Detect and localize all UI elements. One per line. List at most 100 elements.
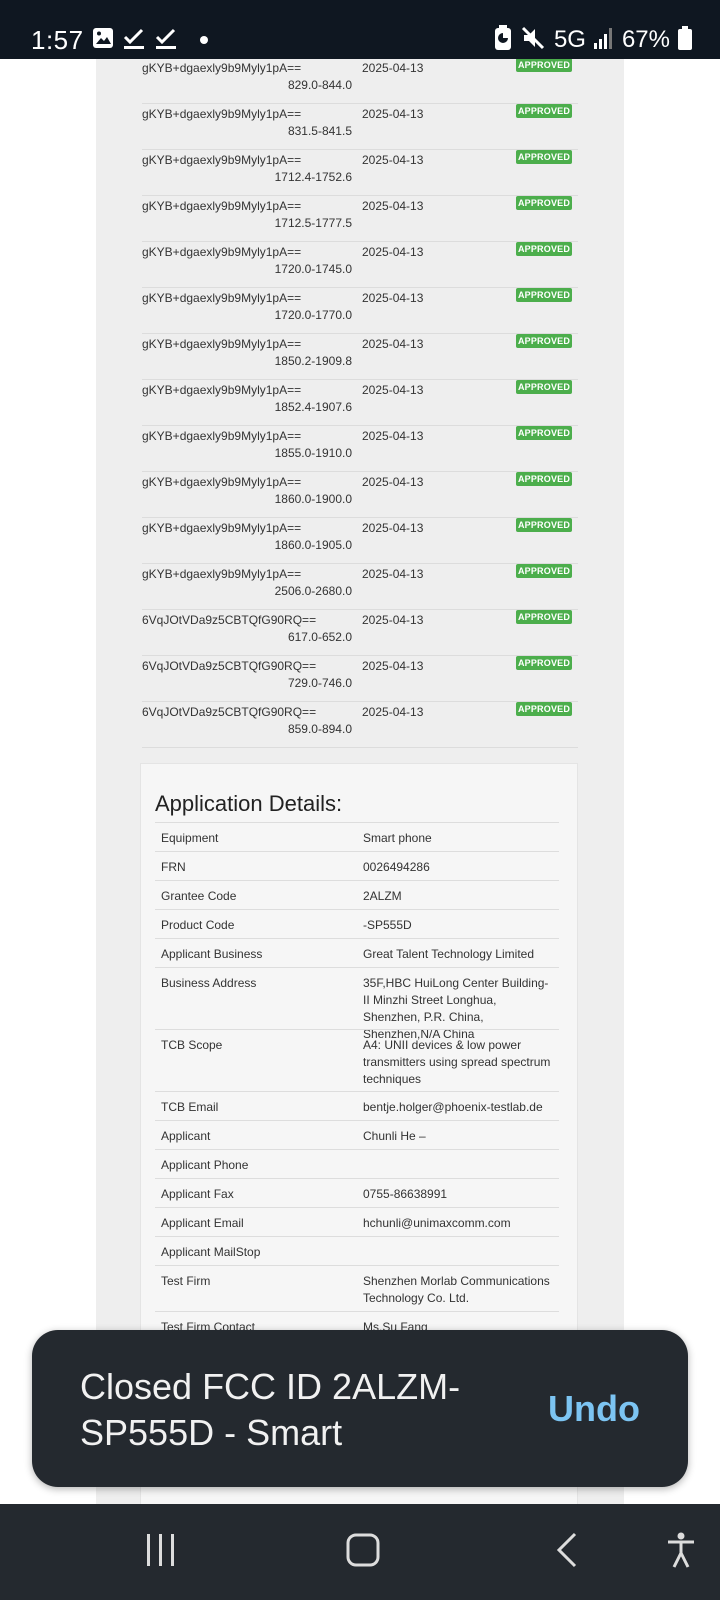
grant-date: 2025-04-13 bbox=[362, 199, 424, 213]
detail-row: Applicant Phone bbox=[155, 1149, 559, 1178]
detail-row: Applicant MailStop bbox=[155, 1236, 559, 1265]
detail-row: Grantee Code 2ALZM bbox=[155, 880, 559, 909]
detail-label: Applicant Fax bbox=[161, 1187, 234, 1201]
frequency-range: 859.0-894.0 bbox=[287, 722, 352, 736]
check-icon bbox=[154, 26, 178, 55]
snackbar: Closed FCC ID 2ALZM-SP555D - Smart Undo bbox=[32, 1330, 688, 1487]
grant-id: gKYB+dgaexly9b9Myly1pA== bbox=[142, 521, 302, 535]
grant-date: 2025-04-13 bbox=[362, 567, 424, 581]
status-badge: APPROVED bbox=[516, 196, 572, 210]
status-badge: APPROVED bbox=[516, 288, 572, 302]
navigation-bar bbox=[0, 1504, 720, 1600]
detail-value: 2ALZM bbox=[363, 889, 402, 903]
detail-row: TCB Email bentje.holger@phoenix-testlab.d… bbox=[155, 1091, 559, 1120]
status-badge: APPROVED bbox=[516, 426, 572, 440]
detail-row: Business Address 35F,HBC HuiLong Center B… bbox=[155, 967, 559, 1041]
detail-label: Applicant Phone bbox=[161, 1158, 249, 1172]
grant-row: gKYB+dgaexly9b9Myly1pA== 1852.4-1907.6 202… bbox=[142, 380, 578, 426]
detail-label: Business Address bbox=[161, 976, 257, 990]
detail-row: Test Firm Shenzhen Morlab Communications … bbox=[155, 1265, 559, 1311]
status-badge: APPROVED bbox=[516, 518, 572, 532]
detail-label: TCB Email bbox=[161, 1100, 219, 1114]
mute-icon bbox=[520, 25, 546, 56]
recent-apps-button[interactable] bbox=[116, 1504, 206, 1600]
battery-saver-icon bbox=[494, 24, 512, 56]
grant-id: 6VqJOtVDa9z5CBTQfG90RQ== bbox=[142, 659, 317, 673]
grant-row: gKYB+dgaexly9b9Myly1pA== 1855.0-1910.0 202… bbox=[142, 426, 578, 472]
grant-id: gKYB+dgaexly9b9Myly1pA== bbox=[142, 245, 302, 259]
detail-label: Product Code bbox=[161, 918, 235, 932]
grant-id: gKYB+dgaexly9b9Myly1pA== bbox=[142, 429, 302, 443]
battery-icon bbox=[678, 25, 692, 55]
detail-value: A4: UNII devices & low power transmitter… bbox=[363, 1038, 551, 1086]
detail-value: 0026494286 bbox=[363, 860, 430, 874]
grant-id: gKYB+dgaexly9b9Myly1pA== bbox=[142, 291, 302, 305]
frequency-range: 1860.0-1905.0 bbox=[274, 538, 352, 552]
detail-value: bentje.holger@phoenix-testlab.de bbox=[363, 1100, 543, 1114]
home-button[interactable] bbox=[318, 1504, 408, 1600]
status-badge: APPROVED bbox=[516, 564, 572, 578]
notification-icons bbox=[92, 27, 208, 53]
grant-id: 6VqJOtVDa9z5CBTQfG90RQ== bbox=[142, 705, 317, 719]
frequency-range: 1712.5-1777.5 bbox=[274, 216, 352, 230]
status-badge: APPROVED bbox=[516, 472, 572, 486]
frequency-range: 729.0-746.0 bbox=[287, 676, 352, 690]
grant-row: gKYB+dgaexly9b9Myly1pA== 1720.0-1745.0 202… bbox=[142, 242, 578, 288]
grant-row: gKYB+dgaexly9b9Myly1pA== 2506.0-2680.0 202… bbox=[142, 564, 578, 610]
signal-icon bbox=[593, 27, 614, 54]
detail-row: Equipment Smart phone bbox=[155, 822, 559, 851]
grant-id: gKYB+dgaexly9b9Myly1pA== bbox=[142, 153, 302, 167]
check-icon bbox=[122, 26, 146, 55]
detail-row: Product Code -SP555D bbox=[155, 909, 559, 938]
grant-date: 2025-04-13 bbox=[362, 153, 424, 167]
frequency-range: 1712.4-1752.6 bbox=[274, 170, 352, 184]
detail-value: hchunli@unimaxcomm.com bbox=[363, 1216, 511, 1230]
grant-date: 2025-04-13 bbox=[362, 705, 424, 719]
frequency-range: 1720.0-1745.0 bbox=[274, 262, 352, 276]
detail-label: Applicant MailStop bbox=[161, 1245, 261, 1259]
status-time: 1:57 bbox=[31, 25, 84, 55]
grant-date: 2025-04-13 bbox=[362, 245, 424, 259]
grant-row: gKYB+dgaexly9b9Myly1pA== 1860.0-1900.0 202… bbox=[142, 472, 578, 518]
details-title: Application Details: bbox=[155, 791, 343, 816]
detail-row: TCB Scope A4: UNII devices & low power tr… bbox=[155, 1029, 559, 1091]
grant-date: 2025-04-13 bbox=[362, 337, 424, 351]
status-badge: APPROVED bbox=[516, 150, 572, 164]
grant-content[interactable]: gKYB+dgaexly9b9Myly1pA== 829.0-844.0 2025-… bbox=[96, 59, 624, 1504]
detail-row: Applicant Fax 0755-86638991 bbox=[155, 1178, 559, 1207]
detail-label: Equipment bbox=[161, 831, 219, 845]
back-button[interactable] bbox=[522, 1504, 612, 1600]
accessibility-icon bbox=[666, 1532, 696, 1573]
grant-id: gKYB+dgaexly9b9Myly1pA== bbox=[142, 383, 302, 397]
detail-label: Applicant bbox=[161, 1129, 211, 1143]
grant-row: gKYB+dgaexly9b9Myly1pA== 1860.0-1905.0 202… bbox=[142, 518, 578, 564]
detail-value: Great Talent Technology Limited bbox=[363, 947, 534, 961]
frequency-range: 1860.0-1900.0 bbox=[274, 492, 352, 506]
detail-label: Applicant Business bbox=[161, 947, 263, 961]
detail-value: 0755-86638991 bbox=[363, 1187, 448, 1201]
dot-icon bbox=[200, 36, 208, 44]
grant-id: gKYB+dgaexly9b9Myly1pA== bbox=[142, 199, 302, 213]
grant-date: 2025-04-13 bbox=[362, 475, 424, 489]
status-badge: APPROVED bbox=[516, 702, 572, 716]
detail-label: FRN bbox=[161, 860, 186, 874]
frequency-range: 829.0-844.0 bbox=[287, 78, 352, 92]
detail-label: Applicant Email bbox=[161, 1216, 244, 1230]
status-badge: APPROVED bbox=[516, 59, 572, 72]
detail-row: Applicant Business Great Talent Technolog… bbox=[155, 938, 559, 967]
system-icons: 5G 67% bbox=[494, 24, 692, 56]
undo-button[interactable]: Undo bbox=[548, 1386, 640, 1432]
grant-date: 2025-04-13 bbox=[362, 291, 424, 305]
grant-date: 2025-04-13 bbox=[362, 61, 424, 75]
accessibility-button[interactable] bbox=[636, 1504, 720, 1600]
back-icon bbox=[556, 1532, 578, 1573]
status-badge: APPROVED bbox=[516, 380, 572, 394]
grant-row: gKYB+dgaexly9b9Myly1pA== 829.0-844.0 2025-… bbox=[142, 59, 578, 104]
snackbar-message: Closed FCC ID 2ALZM-SP555D - Smart bbox=[80, 1366, 461, 1453]
frequency-range: 831.5-841.5 bbox=[287, 124, 352, 138]
detail-label: TCB Scope bbox=[161, 1038, 223, 1052]
grant-id: gKYB+dgaexly9b9Myly1pA== bbox=[142, 61, 302, 75]
status-badge: APPROVED bbox=[516, 104, 572, 118]
grant-row: gKYB+dgaexly9b9Myly1pA== 1712.5-1777.5 202… bbox=[142, 196, 578, 242]
grant-row: 6VqJOtVDa9z5CBTQfG90RQ== 729.0-746.0 2025-… bbox=[142, 656, 578, 702]
